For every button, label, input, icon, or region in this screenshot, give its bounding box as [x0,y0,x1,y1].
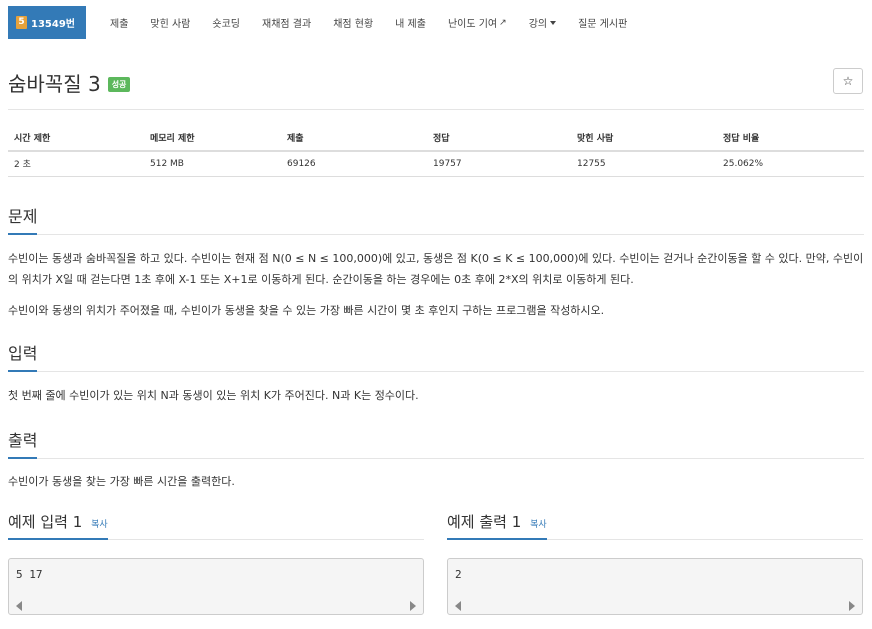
info-memory-limit: 512 MB [144,151,281,177]
section-divider [8,371,864,372]
title-divider [8,109,864,110]
nav-short-coding[interactable]: 숏코딩 [212,15,240,30]
copy-output-button[interactable]: 복사 [530,520,547,530]
example-output-header: 예제 출력 1 복사 [447,511,863,540]
info-header-row: 시간 제한 메모리 제한 제출 정답 맞힌 사람 정답 비율 [8,125,864,152]
output-section-header: 출력 [8,427,864,459]
nav-lectures-label: 강의 [528,19,548,30]
nav-judge-status[interactable]: 채점 현황 [333,15,373,30]
section-divider [8,234,864,235]
problem-description-2: 수빈이와 동생의 위치가 주어졌을 때, 수빈이가 동생을 찾을 수 있는 가장… [8,304,605,317]
scroll-right-icon[interactable] [849,601,855,611]
scroll-left-icon[interactable] [455,601,461,611]
nav-submit[interactable]: 제출 [110,15,128,30]
scroll-left-icon[interactable] [16,601,22,611]
input-heading: 입력 [8,340,38,372]
problem-info-table: 시간 제한 메모리 제한 제출 정답 맞힌 사람 정답 비율 2 초 512 M… [8,125,864,177]
example-input-value: 5 17 [16,568,43,581]
copy-input-button[interactable]: 복사 [91,520,108,530]
example-output-title: 예제 출력 1 [447,513,522,531]
tier-badge-icon: 5 [16,16,27,29]
info-submissions: 69126 [281,151,427,177]
example-input-heading: 예제 입력 1 복사 [8,511,108,540]
example-output-heading: 예제 출력 1 복사 [447,511,547,540]
caret-down-icon [550,20,557,25]
favorite-star-button[interactable]: ☆ [833,68,863,94]
scroll-right-icon[interactable] [410,601,416,611]
info-header-time-limit: 시간 제한 [8,125,144,152]
problem-title: 숨바꼭질 3 [8,72,101,96]
status-badge: 성공 [107,77,131,92]
horizontal-scrollbar[interactable] [449,597,861,613]
problem-nav: 5 13549번 제출 맞힌 사람 숏코딩 재채점 결과 채점 현황 내 제출 … [8,6,864,39]
info-accepted: 19757 [427,151,571,177]
info-ratio: 25.062% [717,151,864,177]
example-input-header: 예제 입력 1 복사 [8,511,424,540]
horizontal-scrollbar[interactable] [10,597,422,613]
nav-tab-problem-label: 13549번 [31,19,75,30]
problem-section-header: 문제 [8,203,864,235]
nav-difficulty-contribution[interactable]: 난이도 기여 ↗ [447,15,507,31]
info-header-submissions: 제출 [281,125,427,152]
section-divider [8,458,864,459]
nav-rejudge-results[interactable]: 재채점 결과 [262,15,311,30]
info-header-solved-users: 맞힌 사람 [571,125,717,152]
input-section-header: 입력 [8,340,864,372]
example-input-box[interactable]: 5 17 [8,558,424,615]
info-header-memory-limit: 메모리 제한 [144,125,281,152]
info-value-row: 2 초 512 MB 69126 19757 12755 25.062% [8,151,864,177]
info-header-accepted: 정답 [427,125,571,152]
problem-header: 숨바꼭질 3 성공 [8,68,131,97]
output-description: 수빈이가 동생을 찾는 가장 빠른 시간을 출력한다. [8,475,235,488]
example-input-title: 예제 입력 1 [8,513,83,531]
info-time-limit: 2 초 [8,151,144,177]
nav-my-submissions[interactable]: 내 제출 [395,15,426,30]
problem-heading: 문제 [8,203,38,235]
nav-tab-problem[interactable]: 5 13549번 [8,6,86,39]
input-description: 첫 번째 줄에 수빈이가 있는 위치 N과 동생이 있는 위치 K가 주어진다.… [8,389,419,402]
example-output-box[interactable]: 2 [447,558,863,615]
nav-difficulty-label: 난이도 기여 [447,19,498,30]
info-solved-users: 12755 [571,151,717,177]
nav-lectures-dropdown[interactable]: 강의 [528,15,557,30]
example-output-value: 2 [455,568,462,581]
external-link-icon: ↗ [499,17,507,28]
nav-solved-users[interactable]: 맞힌 사람 [150,15,190,30]
output-heading: 출력 [8,427,38,459]
info-header-ratio: 정답 비율 [717,125,864,152]
nav-question-board[interactable]: 질문 게시판 [578,15,627,30]
problem-description-1: 수빈이는 동생과 숨바꼭질을 하고 있다. 수빈이는 현재 점 N(0 ≤ N … [8,252,864,286]
